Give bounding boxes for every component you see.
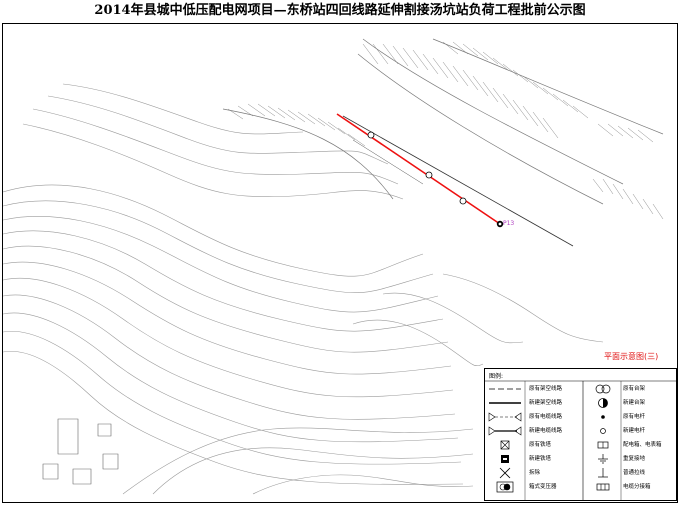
slope-hatching	[442, 41, 589, 119]
building-outline	[57, 418, 79, 455]
road-edge	[222, 108, 394, 200]
new-pole-marker	[459, 197, 467, 205]
new-pole-marker	[425, 171, 433, 179]
contour-line	[3, 200, 434, 294]
contour-line	[3, 184, 424, 277]
contour-line	[3, 230, 444, 332]
slope-hatching	[227, 103, 366, 147]
new-overhead-line	[336, 113, 501, 225]
contour-line	[3, 350, 464, 485]
contour-line	[3, 216, 439, 313]
pole-label: P13	[503, 220, 515, 227]
contour-line	[152, 447, 474, 495]
contour-line	[3, 277, 454, 398]
contour-line	[3, 312, 459, 443]
road-edge	[357, 53, 604, 205]
contour-line	[3, 330, 462, 465]
building-outline	[97, 423, 112, 437]
contour-line	[62, 83, 304, 135]
contour-line	[442, 273, 604, 343]
building-outline	[102, 453, 119, 470]
contour-line	[32, 108, 399, 185]
contour-line	[3, 294, 456, 420]
slope-hatching	[362, 43, 559, 139]
contour-line	[352, 319, 484, 367]
contour-line	[3, 261, 452, 375]
map-subtitle: 平面示意图(三)	[604, 352, 659, 361]
building-outline	[42, 463, 59, 480]
road-edge	[432, 38, 664, 135]
contour-line	[47, 95, 389, 165]
new-pole-marker	[367, 131, 375, 139]
slope-hatching	[592, 178, 664, 220]
contour-line	[382, 292, 524, 344]
building-outline	[72, 468, 92, 485]
existing-line	[342, 115, 574, 247]
road-edge	[362, 38, 624, 185]
map-title: 2014年县城中低压配电网项目—东桥站四回线路延伸割接汤坑站负荷工程批前公示图	[94, 3, 586, 18]
existing-line	[352, 139, 424, 185]
contour-line	[22, 123, 404, 200]
legend: 图例: 原有架空线路 原有台架 新建架空线路 新建台架 原有电缆线路 原有电杆 …	[484, 368, 677, 501]
legend-grid	[485, 380, 676, 500]
